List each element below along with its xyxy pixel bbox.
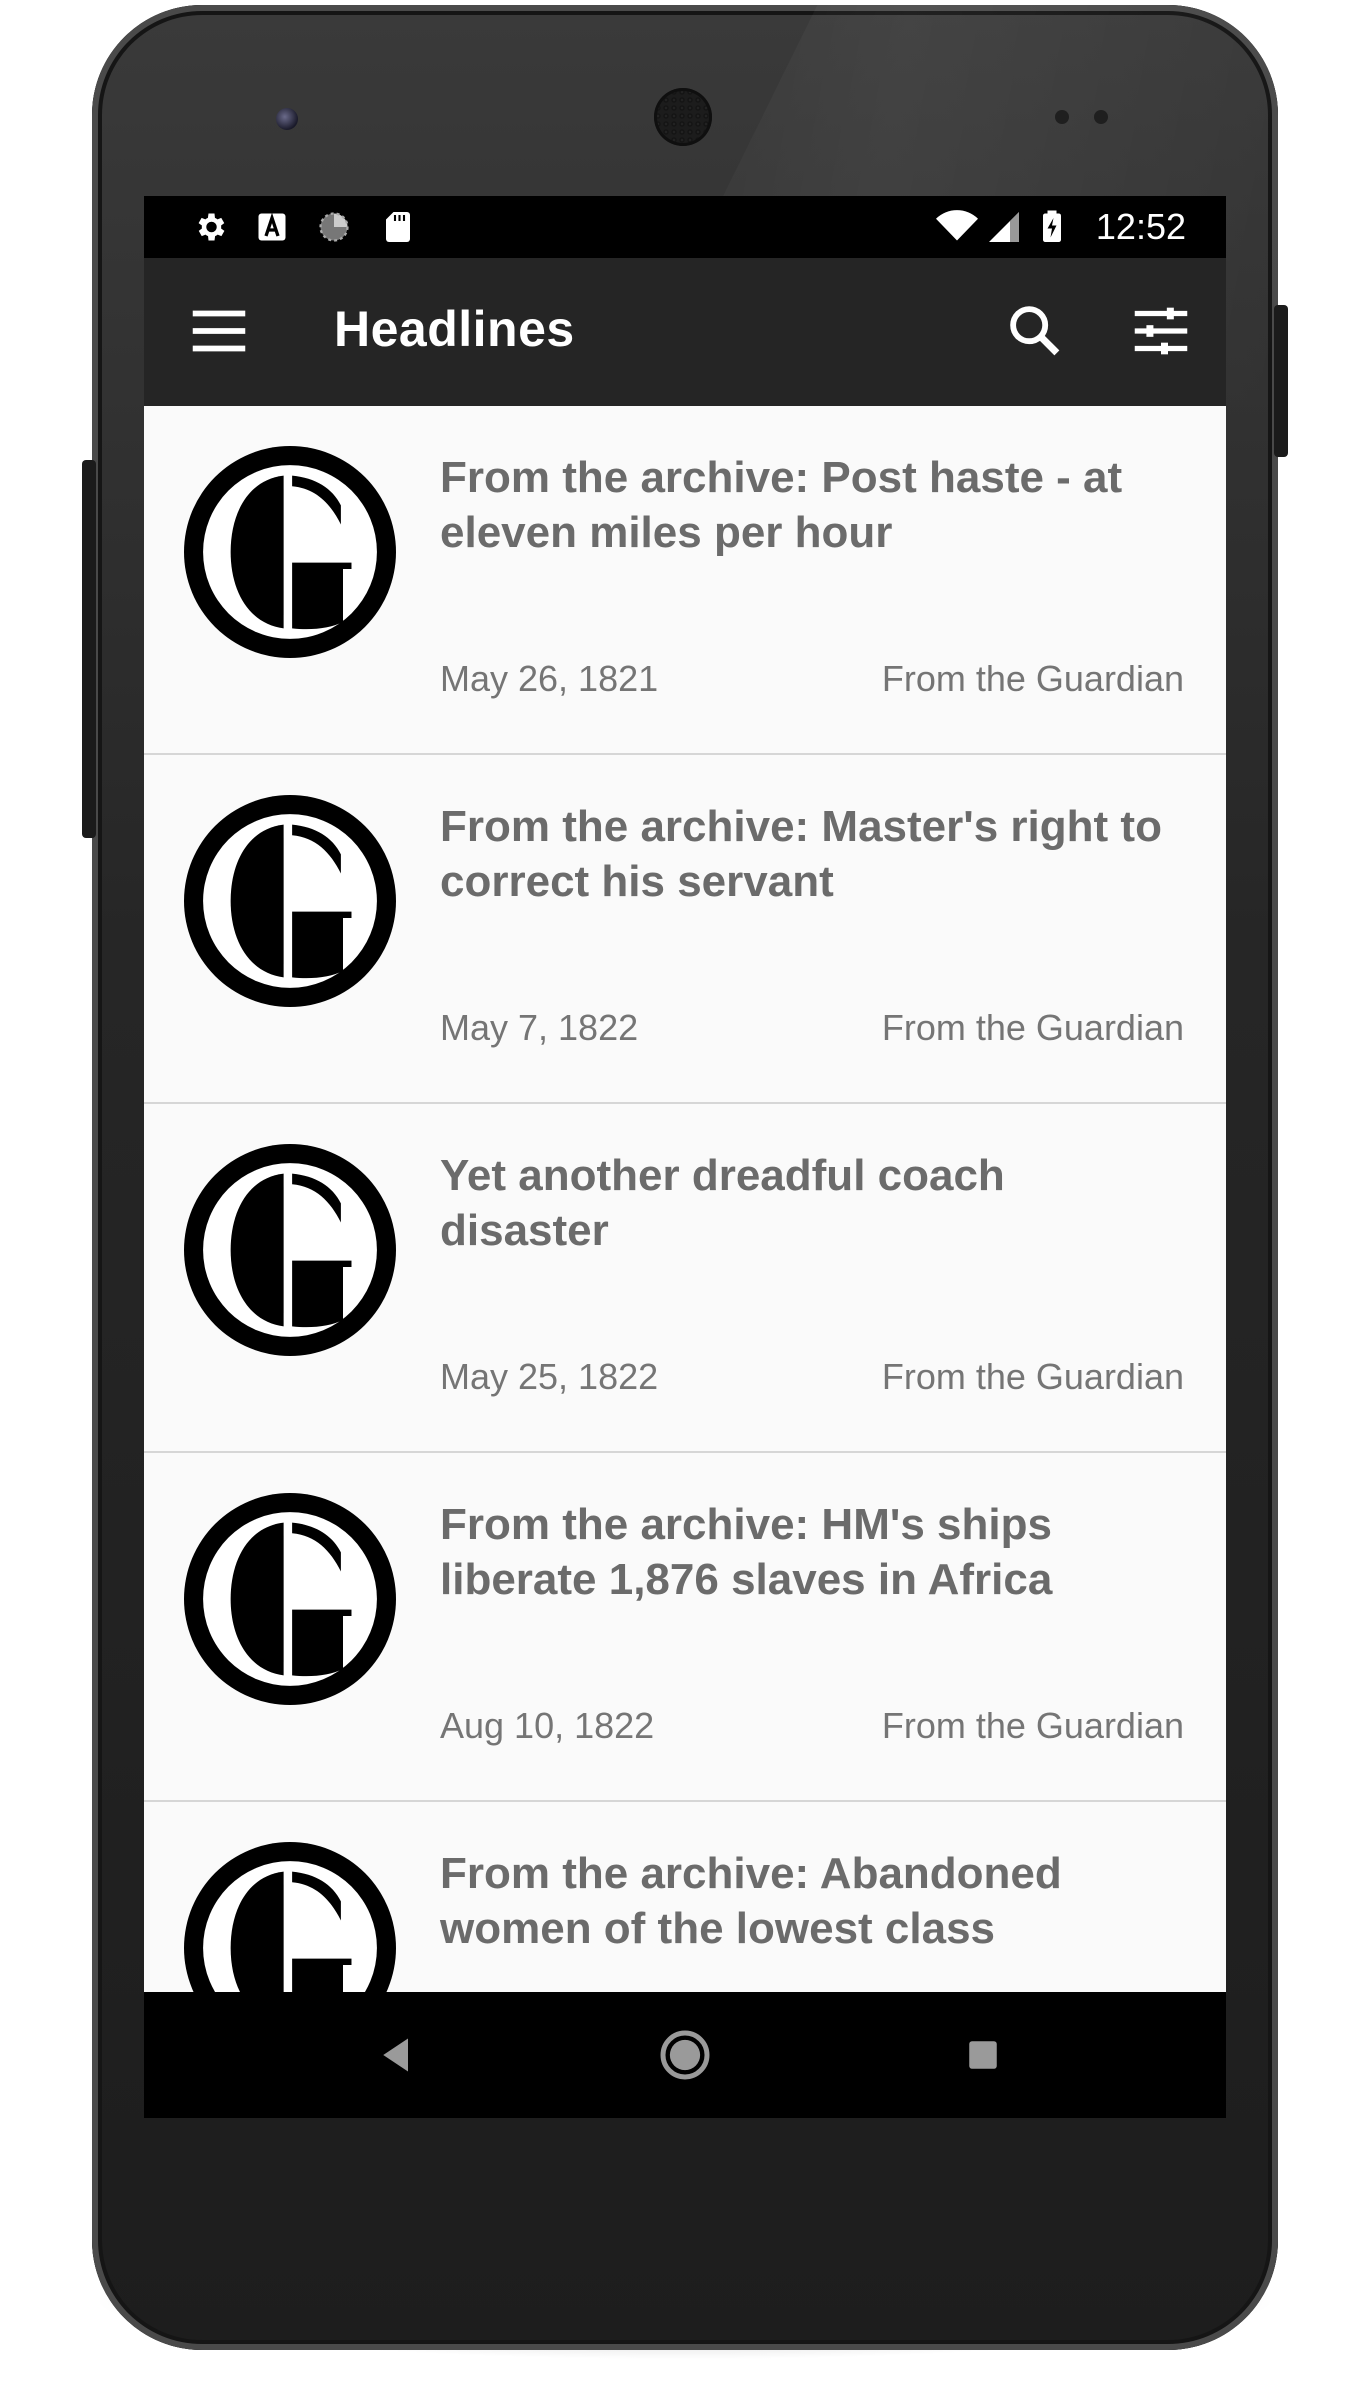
filter-icon[interactable] bbox=[1126, 296, 1196, 366]
list-item[interactable]: From the archive: Post haste - at eleven… bbox=[144, 406, 1226, 755]
proximity-sensor bbox=[1055, 110, 1069, 124]
list-item[interactable]: From the archive: HM's ships liberate 1,… bbox=[144, 1453, 1226, 1802]
clock: 12:52 bbox=[1095, 206, 1186, 247]
list-item[interactable]: Yet another dreadful coach disaster May … bbox=[144, 1104, 1226, 1453]
front-camera bbox=[276, 108, 298, 130]
search-icon[interactable] bbox=[1000, 296, 1070, 366]
headline-source: From the Guardian bbox=[881, 1705, 1184, 1746]
light-sensor bbox=[1094, 110, 1108, 124]
back-icon[interactable] bbox=[364, 2022, 430, 2088]
guardian-logo-icon bbox=[184, 446, 396, 658]
sd-card-icon bbox=[386, 212, 410, 242]
earpiece-speaker bbox=[654, 88, 712, 146]
list-item[interactable]: From the archive: Abandoned women of the… bbox=[144, 1802, 1226, 1992]
headline-date: May 25, 1822 bbox=[440, 1356, 659, 1397]
guardian-logo-icon bbox=[184, 795, 396, 1007]
battery-charging-icon bbox=[1043, 210, 1061, 242]
recents-icon[interactable] bbox=[950, 2022, 1016, 2088]
a-icon bbox=[258, 212, 286, 241]
headline-title: From the archive: Abandoned women of the… bbox=[440, 1849, 1062, 1953]
headline-source: From the Guardian bbox=[881, 1356, 1184, 1397]
status-bar: 12:52 bbox=[144, 196, 1226, 258]
headline-source: From the Guardian bbox=[881, 1007, 1184, 1048]
volume-button bbox=[82, 460, 96, 838]
wifi-icon bbox=[936, 210, 978, 241]
headline-title: From the archive: HM's ships liberate 1,… bbox=[440, 1500, 1053, 1604]
screen: 12:52 Headlines From the archive: Post h… bbox=[144, 196, 1226, 2118]
app-bar: Headlines bbox=[144, 258, 1226, 406]
power-button bbox=[1274, 305, 1288, 457]
headline-title: Yet another dreadful coach disaster bbox=[440, 1151, 1005, 1255]
navigation-bar bbox=[144, 1992, 1226, 2118]
signal-icon bbox=[989, 212, 1019, 242]
headline-list: From the archive: Post haste - at eleven… bbox=[144, 406, 1226, 1992]
headline-date: May 26, 1821 bbox=[440, 658, 659, 699]
headline-date: Aug 10, 1822 bbox=[440, 1705, 655, 1746]
page-title: Headlines bbox=[334, 301, 575, 357]
home-icon[interactable] bbox=[652, 2022, 718, 2088]
headline-title: From the archive: Post haste - at eleven… bbox=[440, 453, 1123, 557]
menu-icon[interactable] bbox=[184, 296, 254, 366]
settings-icon bbox=[198, 213, 225, 241]
guardian-logo-icon bbox=[184, 1493, 396, 1705]
headline-title: From the archive: Master's right to corr… bbox=[440, 802, 1162, 906]
list-item[interactable]: From the archive: Master's right to corr… bbox=[144, 755, 1226, 1104]
loading-icon bbox=[319, 212, 349, 242]
guardian-logo-icon bbox=[184, 1842, 396, 1992]
headline-date: May 7, 1822 bbox=[440, 1007, 639, 1048]
headline-source: From the Guardian bbox=[881, 658, 1184, 699]
guardian-logo-icon bbox=[184, 1144, 396, 1356]
